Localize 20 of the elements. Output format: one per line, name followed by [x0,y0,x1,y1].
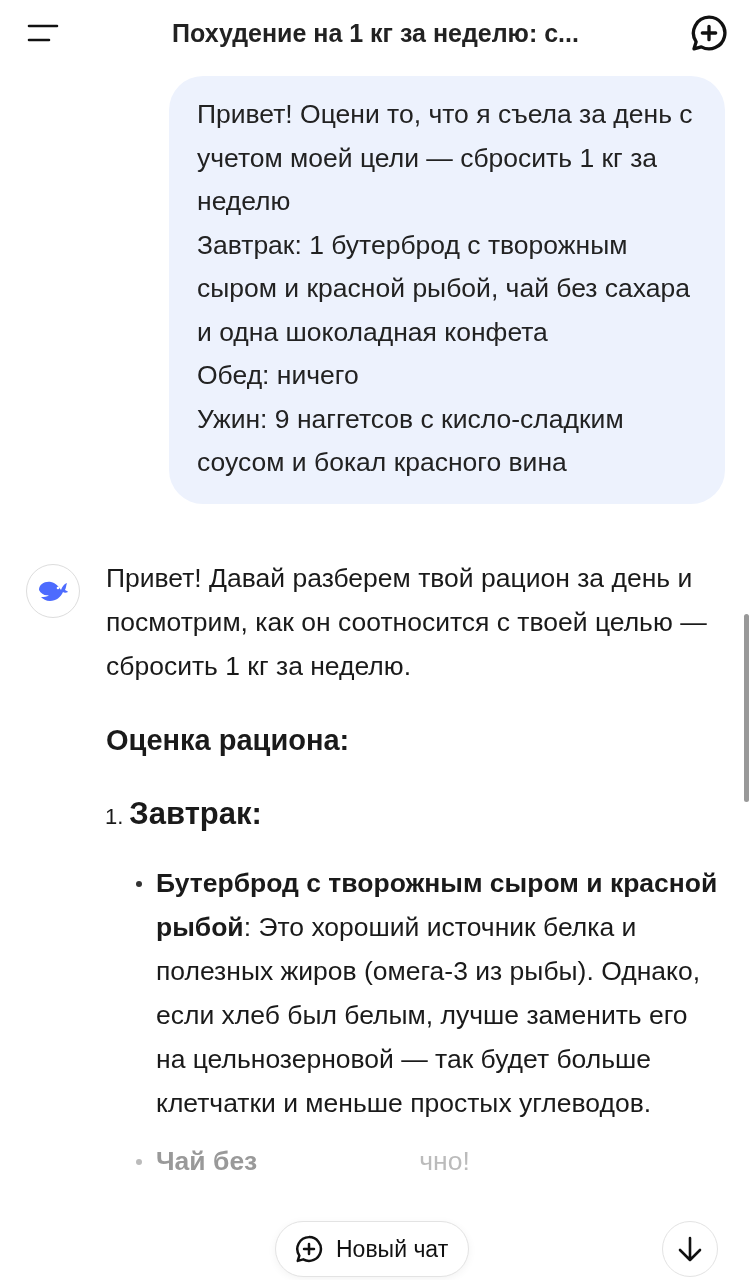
new-chat-icon [294,1234,324,1264]
bullet-dot [136,1158,142,1165]
down-arrow-icon [677,1235,703,1263]
list-number: 1. [105,802,124,831]
new-chat-button[interactable]: Новый чат [275,1221,470,1277]
message-line: Ужин: 9 наггетсов с кисло-сладким соусом и бокал красного вина [197,402,625,479]
bullet-text: чно! [419,1144,470,1178]
scrollbar[interactable] [744,614,749,802]
section-heading: Оценка рациона: [106,722,351,758]
new-chat-icon [689,13,729,53]
message-line: Обед: ничего [197,359,360,392]
list-heading: Завтрак: [129,794,262,833]
chat-title: Похудение на 1 кг за неделю: с... [171,18,580,48]
assistant-paragraph: Привет! Давай разберем твой рацион за день и посмотрим, как он соотносится с твоей целью — сбросить 1 кг за неделю. [106,561,708,683]
message-line: Привет! Оцени то, что я съела за день с учетом моей цели — сбросить 1 кг за неделю [197,98,694,218]
scroll-down-button[interactable] [662,1221,718,1277]
bullet-text: Бутерброд с творожным сыром и красной рыбой: Это хороший источник белка и полезных жиров (омега-3 из рыбы). Однако, если хлеб был белым, лучше заменить его на цельнозерновой — так будет больше клетчатки и меньше простых углеводов. [156,866,719,1120]
bullet-dot [136,880,142,887]
bullet-text: Чай без [156,1144,258,1178]
message-line: Завтрак: 1 бутерброд с творожным сыром и красной рыбой, чай без сахара и одна шоколадная конфета [197,228,692,349]
